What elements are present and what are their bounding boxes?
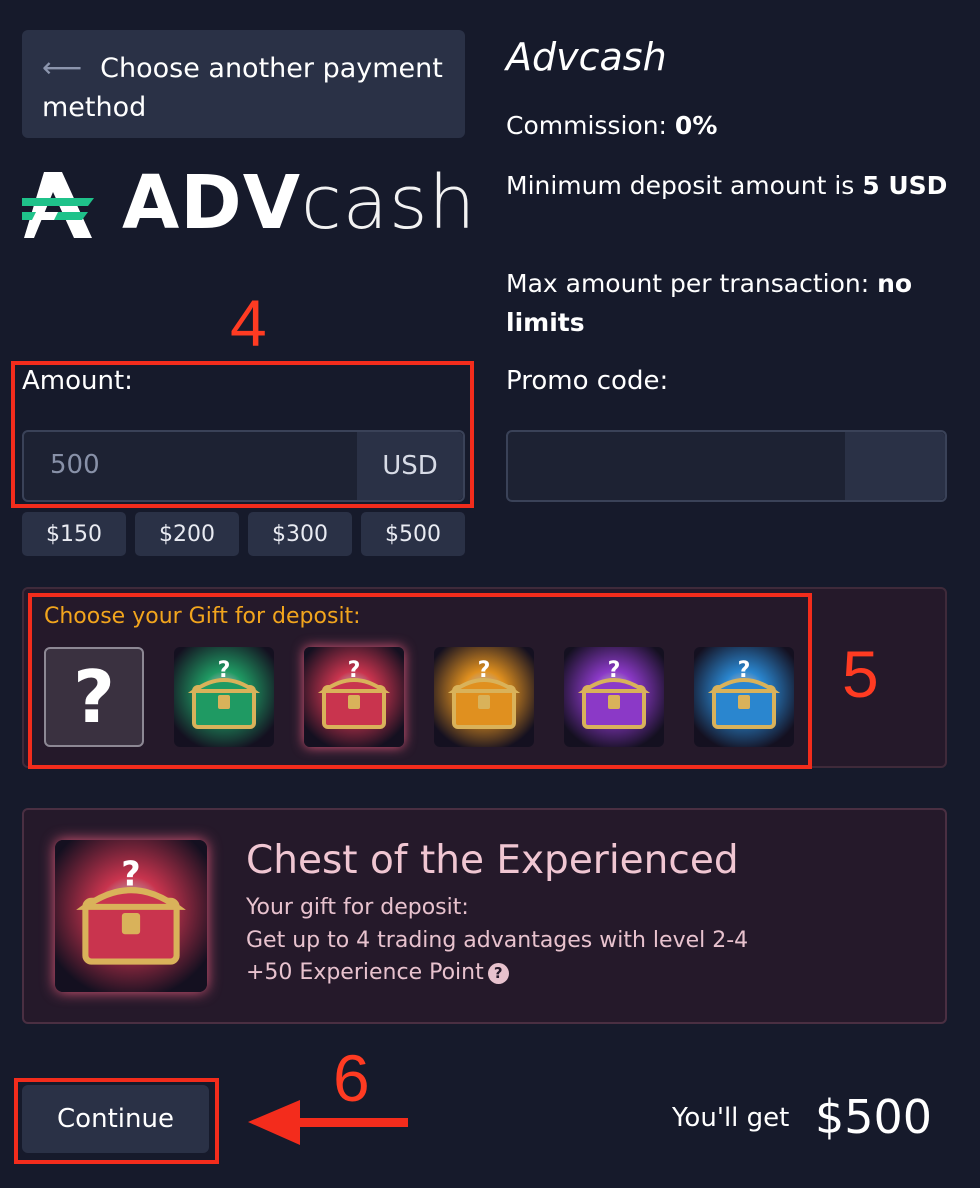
annotation-box-gift [28,593,812,769]
amount-value: 500 [50,450,100,480]
selected-gift-advantages: Get up to 4 trading advantages with leve… [246,928,749,953]
quick-amount-300[interactable]: $300 [248,512,352,556]
selected-gift-title: Chest of the Experienced [246,838,739,883]
max-amount-info: Max amount per transaction: no limits [506,269,913,337]
choose-another-payment-button[interactable]: ⟵ Choose another payment method [22,30,465,138]
you-get-value: $500 [815,1090,933,1144]
amount-label: Amount: [22,366,133,396]
quick-amount-150[interactable]: $150 [22,512,126,556]
annotation-arrow [248,1098,413,1152]
promo-code-input[interactable] [506,430,947,502]
payment-method-title: Advcash [506,35,667,79]
annotation-box-continue [14,1078,219,1164]
annotation-step-5: 5 [842,637,879,711]
promo-apply-button[interactable] [845,432,945,500]
you-get-label: You'll get [672,1103,790,1133]
svg-text:?: ? [121,855,140,894]
advcash-logo-text: ADVcash [122,160,477,246]
quick-amount-200[interactable]: $200 [135,512,239,556]
commission-info: Commission: 0% [506,111,718,140]
selected-chest-image: ? [55,840,207,992]
selected-gift-subtitle: Your gift for deposit: [246,895,469,920]
advcash-logo [22,170,97,240]
currency-selector[interactable]: USD [357,432,463,500]
back-button-label: Choose another payment method [42,53,443,123]
amount-input[interactable]: 500 USD [22,430,465,502]
annotation-step-4: 4 [230,286,267,360]
minimum-deposit-info: Minimum deposit amount is 5 USD [506,171,948,200]
help-icon[interactable]: ? [487,962,509,984]
selected-gift-experience: +50 Experience Point? [246,960,509,985]
quick-amount-500[interactable]: $500 [361,512,465,556]
promo-code-label: Promo code: [506,366,669,396]
arrow-left-icon: ⟵ [42,51,83,84]
